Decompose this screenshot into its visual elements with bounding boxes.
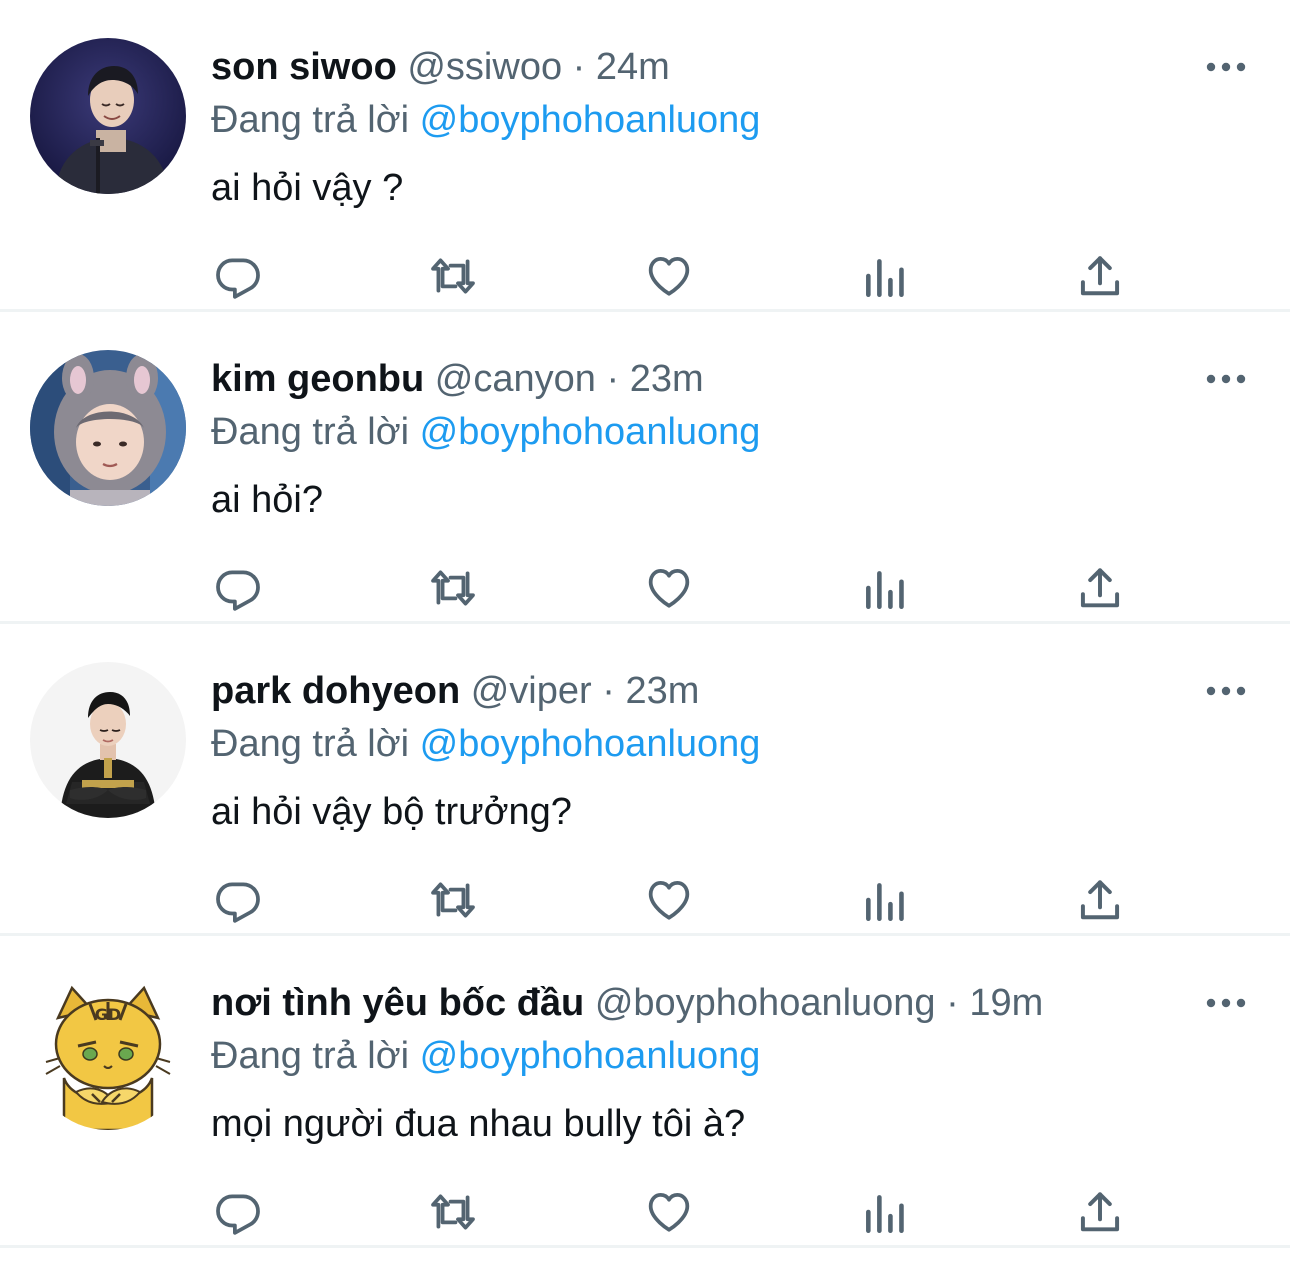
meta-separator: · — [602, 670, 615, 712]
display-name[interactable]: kim geonbu — [211, 358, 424, 400]
retweet-icon[interactable] — [425, 872, 481, 928]
handle[interactable]: @ssiwoo — [407, 46, 562, 88]
replying-to-label: Đang trả lời — [211, 723, 410, 765]
retweet-icon[interactable] — [425, 560, 481, 616]
divider — [0, 1245, 1290, 1248]
replying-to: Đang trả lời @boyphohoanluong — [211, 1031, 760, 1081]
display-name[interactable]: son siwoo — [211, 46, 397, 88]
mention-link[interactable]: @boyphohoanluong — [420, 1035, 761, 1077]
mention-link[interactable]: @boyphohoanluong — [420, 99, 761, 141]
timestamp[interactable]: 23m — [625, 670, 699, 712]
action-bar — [0, 560, 1290, 616]
avatar-photo-person-in-animal-hood[interactable] — [30, 350, 186, 506]
tweet-text: ai hỏi? — [211, 479, 323, 521]
share-icon[interactable] — [1072, 560, 1128, 616]
display-name[interactable]: nơi tình yêu bốc đầu — [211, 982, 584, 1024]
more-options-icon[interactable] — [1206, 994, 1246, 1012]
reply-icon[interactable] — [210, 1184, 266, 1240]
tweet-text: ai hỏi vậy ? — [211, 167, 404, 209]
display-name[interactable]: park dohyeon — [211, 670, 460, 712]
share-icon[interactable] — [1072, 872, 1128, 928]
reply-icon[interactable] — [210, 560, 266, 616]
handle[interactable]: @boyphohoanluong — [595, 982, 936, 1024]
action-bar — [0, 1184, 1290, 1240]
avatar-photo-player-in-team-jacket[interactable] — [30, 662, 186, 818]
views-icon[interactable] — [857, 872, 913, 928]
replying-to: Đang trả lời @boyphohoanluong — [211, 407, 760, 457]
avatar-cartoon-tiger-cat-sticker[interactable]: GD — [30, 974, 186, 1130]
like-icon[interactable] — [641, 872, 697, 928]
replying-to: Đang trả lời @boyphohoanluong — [211, 719, 760, 769]
tweet-text: mọi người đua nhau bully tôi à? — [211, 1103, 746, 1145]
retweet-icon[interactable] — [425, 248, 481, 304]
replying-to: Đang trả lời @boyphohoanluong — [211, 95, 760, 145]
tweet-header: son siwoo @ssiwoo · 24m — [211, 42, 670, 92]
share-icon[interactable] — [1072, 248, 1128, 304]
replying-to-label: Đang trả lời — [211, 1035, 410, 1077]
more-options-icon[interactable] — [1206, 370, 1246, 388]
meta-separator: · — [946, 982, 959, 1024]
replying-to-label: Đang trả lời — [211, 411, 410, 453]
reply-tweet-1[interactable]: son siwoo @ssiwoo · 24m Đang trả lời @bo… — [0, 0, 1290, 312]
action-bar — [0, 872, 1290, 928]
views-icon[interactable] — [857, 248, 913, 304]
avatar-photo-man-at-podium[interactable] — [30, 38, 186, 194]
tweet-header: kim geonbu @canyon · 23m — [211, 354, 704, 404]
more-options-icon[interactable] — [1206, 682, 1246, 700]
like-icon[interactable] — [641, 248, 697, 304]
like-icon[interactable] — [641, 560, 697, 616]
share-icon[interactable] — [1072, 1184, 1128, 1240]
action-bar — [0, 248, 1290, 304]
tweet-text: ai hỏi vậy bộ trưởng? — [211, 791, 572, 833]
reply-icon[interactable] — [210, 872, 266, 928]
reply-tweet-4[interactable]: GD nơi tình yêu bốc đầu @boyphohoanluong… — [0, 936, 1290, 1248]
reply-icon[interactable] — [210, 248, 266, 304]
more-options-icon[interactable] — [1206, 58, 1246, 76]
mention-link[interactable]: @boyphohoanluong — [420, 723, 761, 765]
retweet-icon[interactable] — [425, 1184, 481, 1240]
svg-text:GD: GD — [95, 1005, 121, 1024]
handle[interactable]: @canyon — [435, 358, 596, 400]
tweet-header: park dohyeon @viper · 23m — [211, 666, 699, 716]
timestamp[interactable]: 19m — [969, 982, 1043, 1024]
like-icon[interactable] — [641, 1184, 697, 1240]
timestamp[interactable]: 23m — [630, 358, 704, 400]
meta-separator: · — [606, 358, 620, 400]
replying-to-label: Đang trả lời — [211, 99, 410, 141]
views-icon[interactable] — [857, 560, 913, 616]
reply-tweet-3[interactable]: park dohyeon @viper · 23m Đang trả lời @… — [0, 624, 1290, 936]
tweet-header: nơi tình yêu bốc đầu @boyphohoanluong · … — [211, 978, 1043, 1028]
reply-tweet-2[interactable]: kim geonbu @canyon · 23m Đang trả lời @b… — [0, 312, 1290, 624]
handle[interactable]: @viper — [471, 670, 592, 712]
mention-link[interactable]: @boyphohoanluong — [420, 411, 761, 453]
timestamp[interactable]: 24m — [596, 46, 670, 88]
views-icon[interactable] — [857, 1184, 913, 1240]
meta-separator: · — [572, 46, 586, 88]
